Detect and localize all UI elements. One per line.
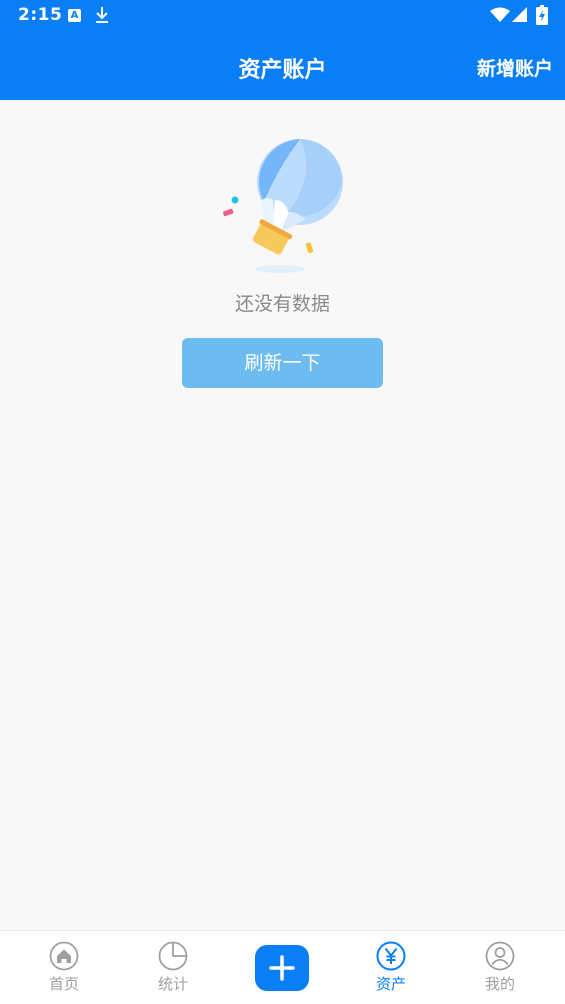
add-account-button[interactable]: 新增账户 <box>477 54 553 81</box>
bottom-tab-bar: 首页 统计 资产 我的 <box>0 930 565 1004</box>
tab-home[interactable]: 首页 <box>24 941 104 994</box>
plus-icon <box>269 955 295 981</box>
pie-chart-icon <box>158 941 188 971</box>
status-bar: 2:15 A <box>0 0 565 32</box>
tab-stats[interactable]: 统计 <box>133 941 213 994</box>
wifi-icon <box>490 7 510 22</box>
empty-state-message: 还没有数据 <box>234 293 330 315</box>
yen-icon <box>376 941 406 971</box>
signal-icon <box>512 7 527 22</box>
refresh-button[interactable]: 刷新一下 <box>182 338 383 388</box>
balloon-illustration <box>222 139 343 273</box>
tab-assets-label: 资产 <box>375 975 406 993</box>
app-header: 2:15 A 资产账户 新增账户 <box>0 0 565 100</box>
a-notification-icon: A <box>68 9 81 22</box>
status-time: 2:15 <box>18 5 63 25</box>
user-icon <box>485 941 515 971</box>
home-icon <box>49 941 79 971</box>
battery-icon <box>536 5 548 25</box>
add-record-button[interactable] <box>255 945 309 991</box>
tab-stats-label: 统计 <box>157 975 188 993</box>
tab-mine-label: 我的 <box>484 975 515 993</box>
tab-mine[interactable]: 我的 <box>460 941 540 994</box>
tab-assets[interactable]: 资产 <box>351 941 431 994</box>
tab-home-label: 首页 <box>48 975 79 993</box>
download-icon <box>96 7 108 23</box>
